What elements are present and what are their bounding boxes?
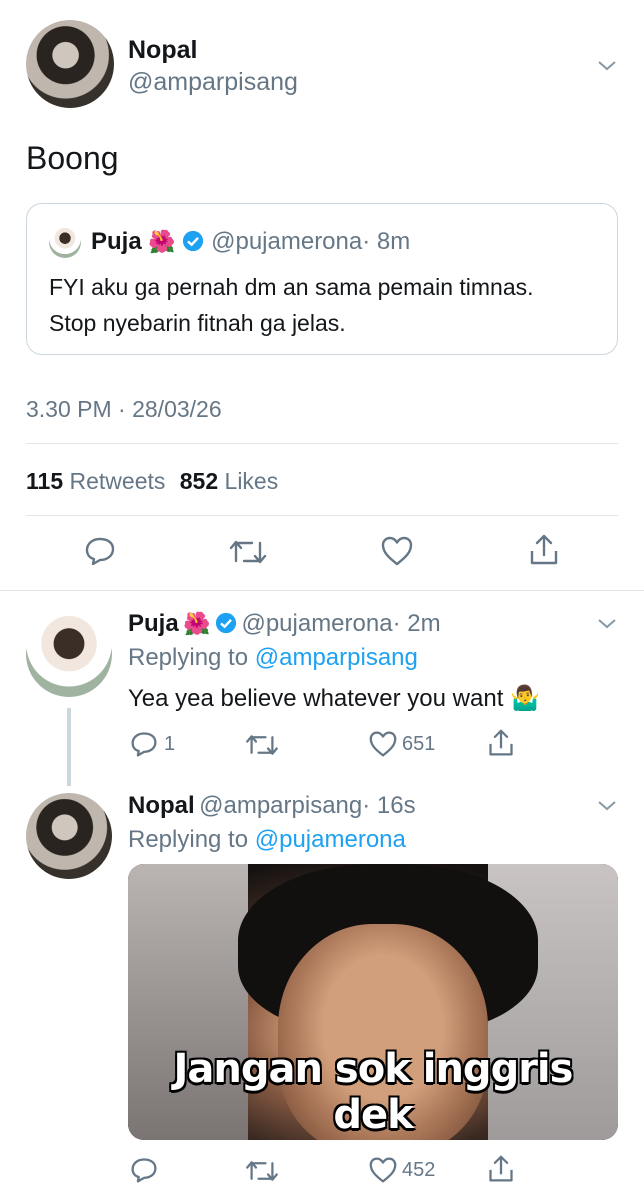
replying-to-link[interactable]: @amparpisang [255, 644, 418, 671]
replying-to-label: Replying to [128, 826, 249, 853]
retweets-count: 115 [26, 468, 64, 494]
tweet-timestamp[interactable]: 3.30 PM · 28/03/26 [26, 396, 222, 423]
divider [26, 443, 618, 444]
likes-label: Likes [224, 468, 279, 494]
quoted-author-line: Puja 🌺 @pujamerona· 8m [91, 228, 410, 256]
retweet-icon[interactable] [228, 537, 268, 567]
like-heart-icon[interactable] [368, 1156, 398, 1184]
thread-line [67, 708, 71, 786]
replying-to-label: Replying to [128, 644, 249, 671]
quoted-text-line1: FYI aku ga pernah dm an sama pemain timn… [49, 274, 534, 300]
reply1-replying-to: Replying to @amparpisang [128, 644, 418, 672]
reply-icon[interactable] [84, 535, 116, 567]
chevron-down-icon[interactable] [597, 796, 617, 816]
verified-badge-icon [215, 612, 237, 634]
avatar-main[interactable] [26, 20, 114, 108]
reply1-like-count: 651 [402, 733, 436, 755]
meme-caption: Jangan sok inggris dek [173, 1046, 574, 1138]
reply-icon[interactable] [130, 730, 158, 758]
engagement-stats: 115 Retweets 852 Likes [26, 468, 278, 495]
share-icon[interactable] [528, 533, 560, 567]
chevron-down-icon[interactable] [597, 614, 617, 634]
reply2-author-handle[interactable]: @amparpisang [199, 792, 362, 819]
reply1-text: Yea yea believe whatever you want 🤷‍♂️ [128, 685, 540, 712]
quoted-author-handle: @pujamerona [211, 228, 363, 255]
reply1-time: · 2m [392, 610, 441, 637]
hibiscus-icon: 🌺 [148, 229, 176, 254]
reply1-reply-count: 1 [164, 733, 176, 755]
main-author-handle[interactable]: @amparpisang [128, 68, 298, 97]
quoted-avatar [49, 226, 81, 258]
meme-image[interactable]: Jangan sok inggris dek [128, 864, 618, 1140]
quoted-tweet-card[interactable]: Puja 🌺 @pujamerona· 8m FYI aku ga pernah… [26, 203, 618, 355]
reply2-replying-to: Replying to @pujamerona [128, 826, 406, 854]
quoted-author-name: Puja [91, 228, 142, 255]
verified-badge-icon [183, 230, 204, 252]
reply1-author-name[interactable]: Puja [128, 610, 179, 637]
section-divider [0, 590, 644, 591]
retweets-label: Retweets [69, 468, 166, 494]
share-icon[interactable] [487, 1154, 515, 1184]
likes-count: 852 [179, 468, 219, 494]
like-heart-icon[interactable] [368, 730, 398, 758]
replying-to-link[interactable]: @pujamerona [255, 826, 406, 853]
quoted-text-line2: Stop nyebarin fitnah ga jelas. [49, 310, 346, 336]
avatar-reply2[interactable] [26, 793, 112, 879]
main-author-name[interactable]: Nopal [128, 36, 197, 65]
retweets-stat[interactable]: 115 Retweets [26, 468, 165, 494]
hibiscus-icon: 🌺 [183, 611, 211, 636]
reply2-time: · 16s [362, 792, 416, 819]
retweet-icon[interactable] [244, 1158, 280, 1184]
main-tweet-text: Boong [26, 140, 119, 176]
quoted-time: · 8m [362, 228, 411, 255]
like-heart-icon[interactable] [380, 535, 414, 567]
reply1-author-handle[interactable]: @pujamerona [241, 610, 392, 637]
avatar-reply1[interactable] [26, 611, 112, 697]
reply2-like-count: 452 [402, 1159, 436, 1181]
reply-icon[interactable] [130, 1156, 158, 1184]
reply2-author-name[interactable]: Nopal [128, 792, 195, 819]
reply1-header: Puja 🌺 @pujamerona· 2m [128, 610, 441, 638]
share-icon[interactable] [487, 728, 515, 758]
likes-stat[interactable]: 852 Likes [180, 468, 278, 494]
reply2-header: Nopal @amparpisang· 16s [128, 792, 416, 820]
chevron-down-icon[interactable] [597, 56, 617, 76]
retweet-icon[interactable] [244, 732, 280, 758]
divider [26, 515, 618, 516]
